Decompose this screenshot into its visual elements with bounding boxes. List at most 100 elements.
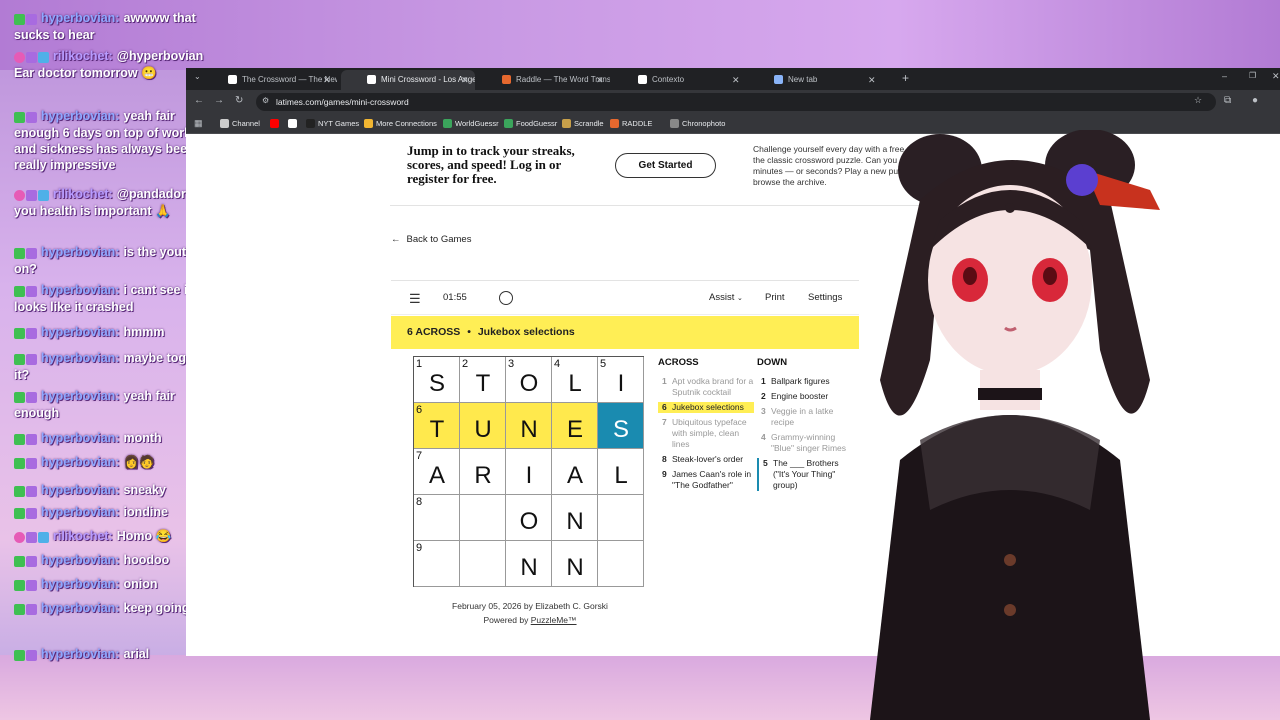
get-started-button[interactable]: Get Started	[615, 153, 716, 178]
forward-icon[interactable]: →	[214, 95, 224, 106]
grid-cell[interactable]	[598, 495, 644, 541]
tab-search-icon[interactable]: ⌄	[194, 72, 201, 81]
tab-close-icon[interactable]: ✕	[732, 75, 740, 86]
grid-cell[interactable]: 1S	[414, 357, 460, 403]
settings-button[interactable]: Settings	[808, 292, 842, 303]
chat-badge-icon	[26, 507, 37, 519]
bookmark-item[interactable]: More Connections	[364, 119, 437, 128]
cell-letter: A	[428, 462, 445, 489]
chat-badge-icon	[14, 247, 25, 259]
grid-cell[interactable]: S	[598, 403, 644, 449]
chat-message: hyperbovian: yeah fair enough 6 days on t…	[14, 108, 210, 173]
bookmark-item[interactable]: NYT Games	[306, 119, 359, 128]
chat-badge-icon	[14, 13, 25, 25]
grid-cell[interactable]: A	[552, 449, 598, 495]
down-clue[interactable]: 1 Ballpark figures	[757, 376, 847, 387]
clue-number: 7	[662, 417, 667, 427]
close-window-icon[interactable]: ✕	[1272, 71, 1280, 82]
site-info-icon[interactable]: ⚙	[262, 96, 269, 105]
chat-username: hyperbovian:	[41, 455, 120, 469]
reload-icon[interactable]: ↻	[235, 95, 243, 106]
back-to-games-link[interactable]: ← Back to Games	[391, 234, 471, 245]
grid-cell[interactable]: 4L	[552, 357, 598, 403]
chat-badge-icon	[26, 457, 37, 469]
chat-badges	[14, 455, 38, 471]
chat-message: hyperbovian: onion	[14, 576, 210, 593]
browser-tab[interactable]: Contexto ✕	[612, 70, 746, 90]
grid-cell[interactable]: N	[506, 403, 552, 449]
bookmark-star-icon[interactable]: ☆	[1194, 95, 1202, 106]
grid-cell[interactable]: N	[552, 541, 598, 587]
tab-close-icon[interactable]: ✕	[323, 75, 331, 86]
chat-badge-icon	[14, 391, 25, 403]
across-clue[interactable]: 8 Steak-lover's order	[658, 454, 754, 465]
forehead-mark	[1005, 203, 1015, 213]
back-icon[interactable]: ←	[194, 95, 204, 106]
bookmark-item[interactable]: Channel	[220, 119, 260, 128]
browser-tab[interactable]: Mini Crossword - Los Angeles T✕	[341, 70, 475, 90]
chat-username: hyperbovian:	[41, 283, 120, 297]
grid-cell[interactable]: N	[552, 495, 598, 541]
grid-cell[interactable]: 8	[414, 495, 460, 541]
across-clue[interactable]: 7 Ubiquitous typeface with simple, clean …	[658, 417, 754, 450]
tab-close-icon[interactable]: ✕	[596, 75, 604, 86]
grid-cell[interactable]: O	[506, 495, 552, 541]
maximize-icon[interactable]: ❐	[1249, 71, 1256, 80]
across-clue[interactable]: 1 Apt vodka brand for a Sputnik cocktail	[658, 376, 754, 398]
grid-cell[interactable]: E	[552, 403, 598, 449]
grid-cell[interactable]	[598, 541, 644, 587]
grid-cell[interactable]: 9	[414, 541, 460, 587]
grid-cell[interactable]	[460, 541, 506, 587]
bookmark-item[interactable]: Scrandle	[562, 119, 604, 128]
minimize-icon[interactable]: –	[1222, 71, 1227, 81]
grid-cell[interactable]: I	[506, 449, 552, 495]
new-tab-icon[interactable]: +	[902, 71, 909, 85]
chat-badge-icon	[26, 111, 37, 123]
puzzleme-link[interactable]: PuzzleMe™	[531, 615, 577, 625]
chat-badge-icon	[14, 603, 25, 615]
tab-label: New tab	[788, 75, 818, 84]
apps-grid-icon[interactable]: ▦	[194, 118, 203, 129]
across-clue[interactable]: 6 Jukebox selections	[658, 402, 754, 413]
bookmark-item[interactable]: RADDLE	[610, 119, 652, 128]
grid-cell[interactable]: 3O	[506, 357, 552, 403]
across-clue[interactable]: 9 James Caan's role in "The Godfather"	[658, 469, 754, 491]
grid-cell[interactable]: N	[506, 541, 552, 587]
chat-badge-icon	[14, 111, 25, 123]
hamburger-menu-icon[interactable]: ☰	[409, 291, 421, 307]
chat-badges	[14, 601, 38, 617]
chat-username: hyperbovian:	[41, 389, 120, 403]
grid-cell[interactable]: 6T	[414, 403, 460, 449]
chat-badge-icon	[26, 353, 37, 365]
tab-favicon-icon	[367, 75, 376, 84]
profile-icon[interactable]: ●	[1252, 95, 1258, 106]
chat-username: hyperbovian:	[41, 245, 120, 259]
assist-menu[interactable]: Assist ⌄	[709, 292, 743, 303]
down-clue[interactable]: 3 Veggie in a latke recipe	[757, 406, 847, 428]
browser-tab[interactable]: New tab ✕	[748, 70, 882, 90]
url-box[interactable]: ⚙ latimes.com/games/mini-crossword	[256, 93, 1216, 111]
grid-cell[interactable]: 2T	[460, 357, 506, 403]
stats-icon[interactable]	[499, 291, 513, 305]
grid-cell[interactable]: U	[460, 403, 506, 449]
grid-cell[interactable]: L	[598, 449, 644, 495]
browser-tab[interactable]: Raddle — The Word Transform✕	[476, 70, 610, 90]
chat-message: rilikochet: Homo 😂	[14, 528, 210, 545]
grid-cell[interactable]: 7A	[414, 449, 460, 495]
print-button[interactable]: Print	[765, 292, 785, 303]
browser-tab[interactable]: The Crossword — The New Yo✕	[202, 70, 337, 90]
bookmark-item[interactable]: Chronophoto	[670, 119, 725, 128]
grid-cell[interactable]	[460, 495, 506, 541]
grid-cell[interactable]: R	[460, 449, 506, 495]
extensions-icon[interactable]: ⧉	[1224, 95, 1231, 106]
bookmark-item[interactable]: FoodGuessr	[504, 119, 557, 128]
tab-close-icon[interactable]: ✕	[461, 75, 469, 86]
down-clue[interactable]: 5 The ___ Brothers ("It's Your Thing" gro…	[757, 458, 847, 491]
clue-text: Veggie in a latke recipe	[771, 406, 834, 427]
tab-close-icon[interactable]: ✕	[868, 75, 876, 86]
down-clue[interactable]: 2 Engine booster	[757, 391, 847, 402]
grid-cell[interactable]: 5I	[598, 357, 644, 403]
clue-number: 4	[761, 432, 766, 442]
bookmark-item[interactable]: WorldGuessr	[443, 119, 499, 128]
down-clue[interactable]: 4 Grammy-winning "Blue" singer Rimes	[757, 432, 847, 454]
